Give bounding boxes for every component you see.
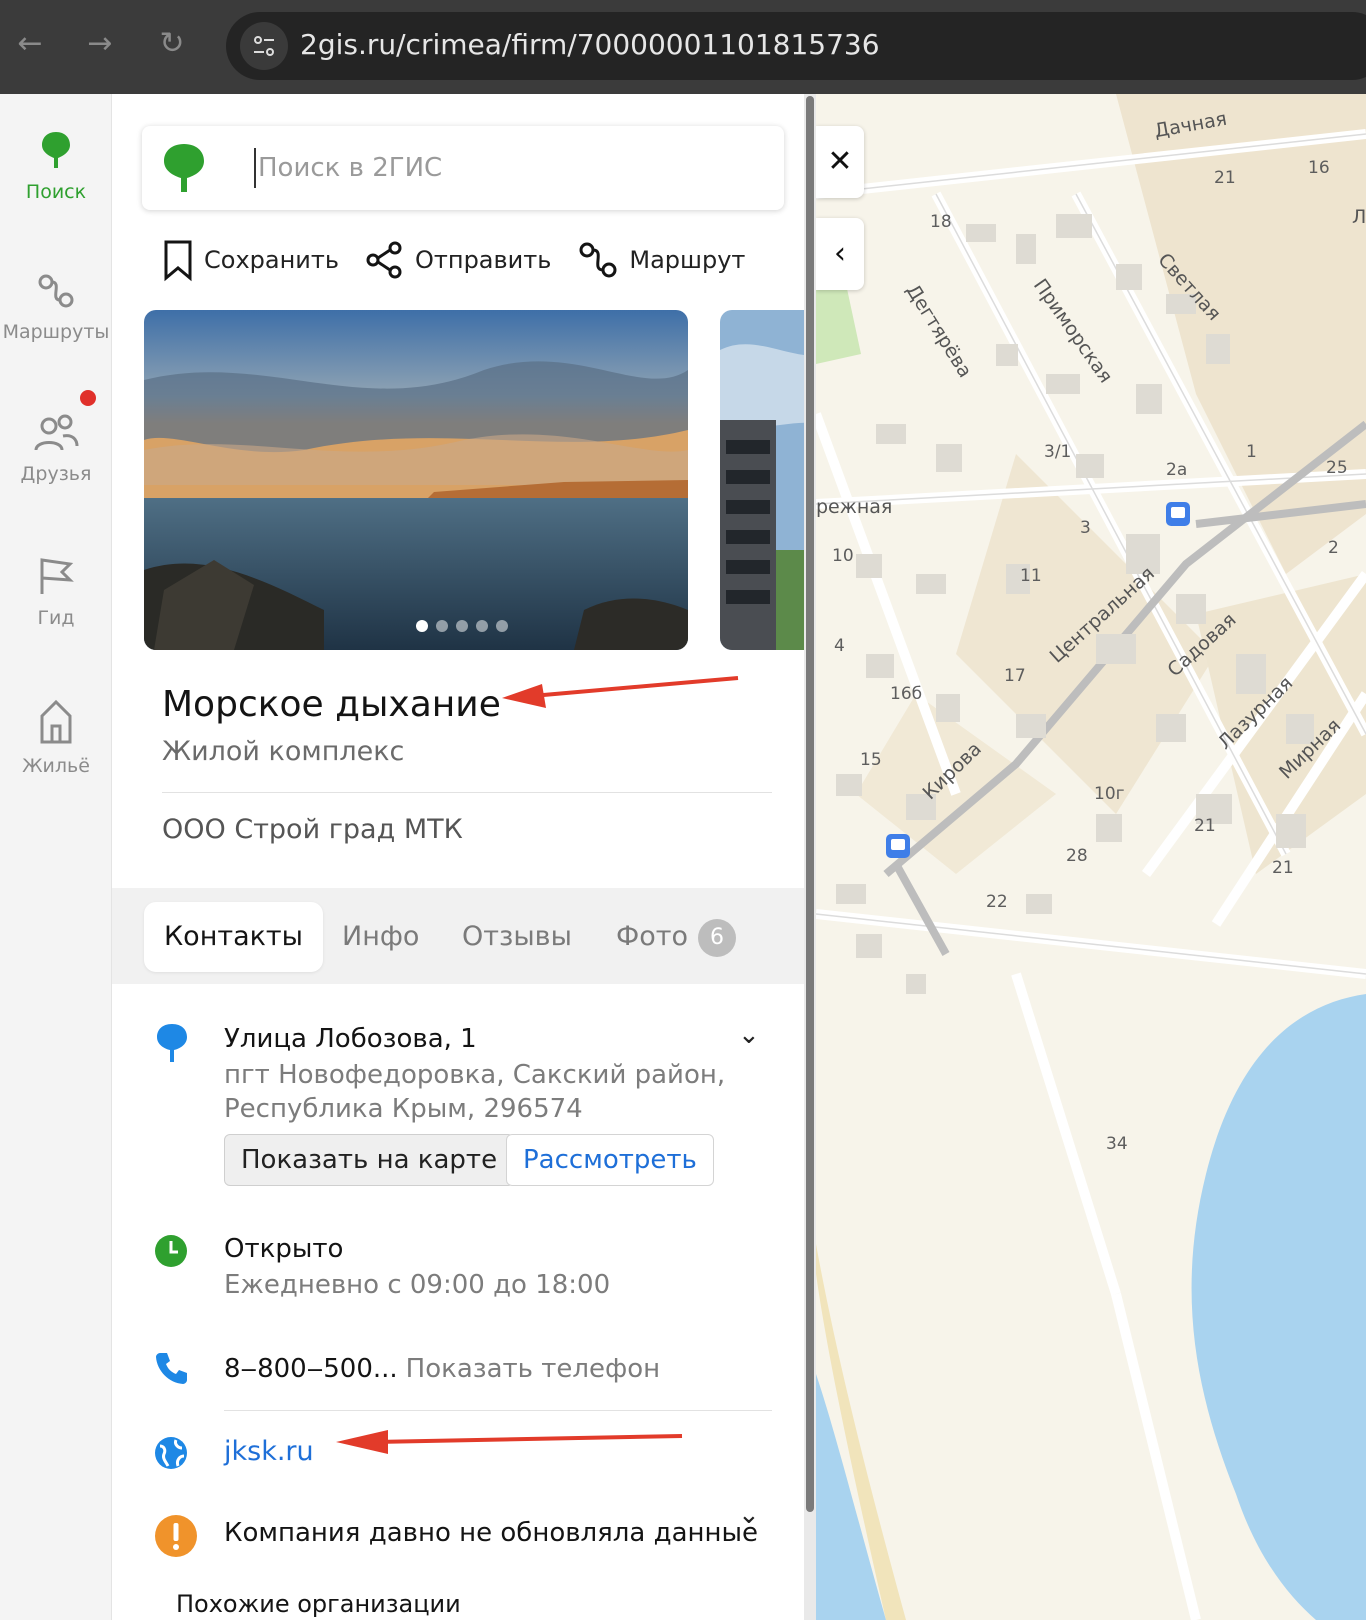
- url-text: 2gis.ru/crimea/firm/70000001101815736: [300, 28, 880, 61]
- phone-row[interactable]: 8‒800‒500... Показать телефон: [224, 1354, 660, 1384]
- photo-gallery: [144, 310, 804, 650]
- street-label: режная: [816, 496, 893, 518]
- house-number: 3/1: [1044, 442, 1072, 462]
- notification-dot: [80, 390, 96, 406]
- flag-icon: [40, 558, 74, 594]
- house-number: 2а: [1166, 460, 1188, 480]
- scrollbar-thumb[interactable]: [806, 96, 814, 1512]
- outdated-data-warning: Компания давно не обновляла данные: [224, 1518, 759, 1548]
- browser-toolbar: ← → ↻ 2gis.ru/crimea/firm/70000001101815…: [0, 0, 1366, 94]
- house-number: 25: [1326, 458, 1348, 478]
- reload-icon[interactable]: ↻: [152, 24, 192, 64]
- forward-arrow-icon[interactable]: →: [80, 24, 120, 64]
- firm-organization[interactable]: ООО Строй град МТК: [162, 814, 463, 845]
- house-number: 1: [1246, 442, 1257, 462]
- rail-item-friends[interactable]: Друзья: [0, 414, 112, 485]
- left-nav-rail: Поиск Маршруты Друзья Гид Жильё: [0, 94, 112, 1620]
- back-arrow-icon[interactable]: ←: [10, 24, 50, 64]
- photo-count-badge: 6: [698, 918, 737, 957]
- map-pin-icon: [42, 132, 70, 168]
- firm-tabs: Контакты Инфо Отзывы Фото 6: [112, 888, 804, 984]
- firm-card-panel: Сохранить Отправить Маршрут: [112, 94, 804, 1620]
- street-label: Л: [1352, 206, 1366, 228]
- rail-item-guide[interactable]: Гид: [0, 556, 112, 629]
- address-bar[interactable]: 2gis.ru/crimea/firm/70000001101815736: [226, 12, 1366, 80]
- chevron-down-icon[interactable]: ⌄: [738, 1020, 760, 1050]
- firm-actions: Сохранить Отправить Маршрут: [162, 234, 771, 286]
- divider: [224, 1410, 772, 1411]
- friends-icon: [34, 414, 79, 451]
- location-pin-icon: [157, 1024, 187, 1062]
- close-card-button[interactable]: ✕: [816, 126, 864, 198]
- panel-scrollbar[interactable]: [804, 94, 816, 1620]
- house-number: 10: [832, 546, 854, 566]
- share-button[interactable]: Отправить: [365, 240, 551, 280]
- house-number: 4: [834, 636, 845, 656]
- clock-icon: [155, 1235, 187, 1267]
- tab-photos[interactable]: Фото 6: [596, 902, 756, 972]
- house-number: 10г: [1094, 784, 1125, 804]
- tab-reviews[interactable]: Отзывы: [442, 902, 592, 972]
- firm-title: Морское дыхание: [162, 684, 501, 725]
- bookmark-icon: [164, 240, 192, 282]
- house-number: 3: [1080, 518, 1091, 538]
- address-sub: пгт Новофедоровка, Сакский район, Респуб…: [224, 1060, 726, 1124]
- similar-organizations-heading: Похожие организации: [176, 1590, 461, 1618]
- route-icon: [38, 274, 74, 308]
- annotation-arrow: [502, 676, 739, 708]
- house-number: 2: [1328, 538, 1339, 558]
- map-view[interactable]: ✕ ‹ Дачная Светлая Дегтярёва Приморская …: [816, 94, 1366, 1620]
- route-icon: [579, 242, 617, 278]
- view-button[interactable]: Рассмотреть: [506, 1134, 714, 1186]
- phone-icon: [156, 1353, 187, 1384]
- 2gis-logo-icon: [164, 144, 204, 192]
- map-canvas: [816, 94, 1366, 1620]
- house-number: 22: [986, 892, 1008, 912]
- route-button[interactable]: Маршрут: [577, 240, 745, 280]
- search-bar: [142, 126, 784, 210]
- search-input[interactable]: [254, 148, 734, 188]
- rail-item-housing[interactable]: Жильё: [0, 698, 112, 777]
- house-number: 16: [1308, 158, 1330, 178]
- show-on-map-button[interactable]: Показать на карте: [224, 1134, 515, 1186]
- tab-info[interactable]: Инфо: [322, 902, 439, 972]
- gallery-photo-building[interactable]: [720, 310, 804, 650]
- address-main: Улица Лобозова, 1: [224, 1024, 477, 1054]
- house-number: 17: [1004, 666, 1026, 686]
- house-number: 11: [1020, 566, 1042, 586]
- rail-item-routes[interactable]: Маршруты: [0, 272, 112, 343]
- warning-icon: [155, 1515, 197, 1557]
- annotation-arrow: [336, 1430, 683, 1454]
- share-icon: [366, 241, 402, 279]
- chevron-down-icon[interactable]: ⌄: [738, 1500, 760, 1530]
- save-button[interactable]: Сохранить: [162, 238, 339, 282]
- house-number: 16б: [890, 684, 923, 704]
- tab-contacts[interactable]: Контакты: [144, 902, 323, 972]
- open-status: Открыто: [224, 1234, 344, 1264]
- site-settings-icon[interactable]: [240, 22, 288, 70]
- house-number: 28: [1066, 846, 1088, 866]
- globe-icon: [155, 1437, 187, 1469]
- house-number: 21: [1194, 816, 1216, 836]
- working-hours: Ежедневно с 09:00 до 18:00: [224, 1270, 611, 1300]
- house-number: 21: [1272, 858, 1294, 878]
- house-number: 21: [1214, 168, 1236, 188]
- house-number: 15: [860, 750, 882, 770]
- show-phone-link[interactable]: Показать телефон: [406, 1354, 660, 1384]
- rail-item-search[interactable]: Поиск: [0, 130, 112, 203]
- collapse-panel-button[interactable]: ‹: [816, 218, 864, 290]
- divider: [162, 792, 772, 793]
- gallery-dots[interactable]: [416, 620, 516, 632]
- website-link[interactable]: jksk.ru: [224, 1436, 314, 1467]
- house-number: 18: [930, 212, 952, 232]
- gallery-photo-sea[interactable]: [144, 310, 688, 650]
- firm-category: Жилой комплекс: [162, 736, 405, 767]
- house-icon: [40, 699, 72, 744]
- house-number: 34: [1106, 1134, 1128, 1154]
